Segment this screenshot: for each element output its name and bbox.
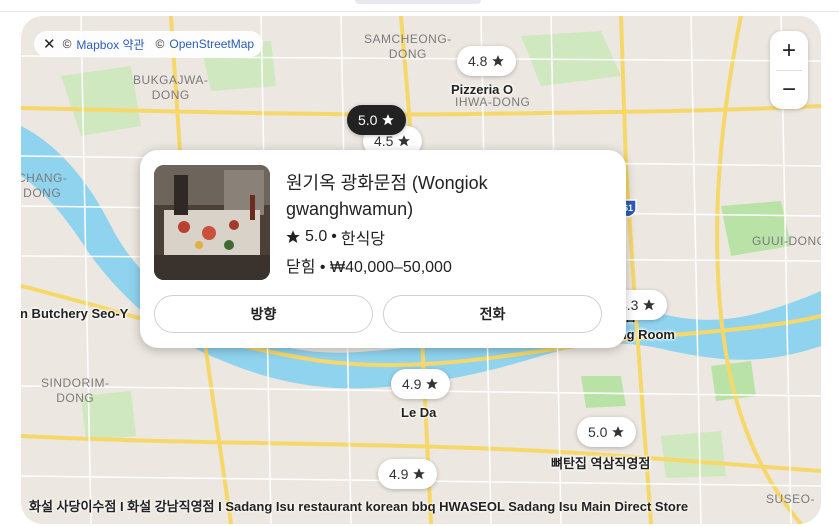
place-name[interactable]: Le Da	[401, 405, 436, 420]
close-icon[interactable]: ✕	[43, 35, 56, 53]
separator-dot: •	[319, 259, 326, 276]
map-marker[interactable]: 4.9	[378, 459, 438, 489]
zoom-out-button[interactable]: −	[770, 70, 808, 109]
place-names-strip[interactable]: 화설 사당이수점 I 화설 강남직영점 I Sadang Isu restaur…	[29, 496, 688, 515]
marker-rating: 5.0	[588, 424, 608, 440]
copyright-symbol: ©	[62, 37, 72, 51]
place-name[interactable]: n Butchery Seo-Y	[21, 306, 128, 321]
star-icon	[286, 230, 300, 243]
price-range: ₩40,000–50,000	[329, 259, 452, 276]
star-icon	[426, 378, 439, 390]
star-icon	[382, 114, 395, 126]
star-icon	[398, 135, 411, 147]
call-button[interactable]: 전화	[383, 295, 602, 333]
district-label: SAMCHEONG- DONG	[364, 32, 452, 61]
marker-rating: 4.9	[402, 376, 422, 392]
marker-rating: 4.8	[468, 53, 488, 69]
place-name[interactable]: 뼈탄집 역삼직영점	[551, 453, 650, 472]
map-attribution: ✕ © Mapbox 약관 © OpenStreetMap	[34, 31, 264, 57]
map-marker[interactable]: 4.9	[391, 369, 451, 399]
district-label: IHWA-DONG	[455, 95, 531, 109]
open-status: 닫힘	[286, 259, 316, 276]
restaurant-photo-image	[154, 165, 270, 280]
district-label: SINDORIM- DONG	[41, 376, 110, 405]
map-marker[interactable]: 5.0	[577, 417, 637, 447]
restaurant-name: 원기옥 광화문점 (Wongiok gwanghwamun)	[286, 173, 488, 219]
restaurant-popup-card[interactable]: 원기옥 광화문점 (Wongiok gwanghwamun) 5.0 • 한식당…	[140, 150, 626, 348]
map-view[interactable]: ✕ © Mapbox 약관 © OpenStreetMap + − SAMCHE…	[21, 16, 821, 524]
star-icon	[413, 468, 426, 480]
district-label: CHANG- DONG	[21, 171, 68, 200]
restaurant-rating: 5.0	[305, 228, 328, 245]
mapbox-terms-link[interactable]: Mapbox 약관	[76, 36, 144, 53]
copyright-symbol: ©	[155, 37, 165, 51]
place-name[interactable]: Pizzeria O	[451, 82, 513, 97]
restaurant-hours: 닫힘 • ₩40,000–50,000	[286, 253, 452, 277]
star-icon	[643, 299, 656, 311]
marker-rating: 5.0	[358, 112, 378, 128]
directions-button[interactable]: 방향	[154, 295, 373, 333]
marker-rating: 4.9	[389, 466, 409, 482]
restaurant-photo[interactable]	[154, 165, 270, 280]
marker-rating: 4.5	[374, 133, 394, 149]
map-marker[interactable]: 4.8	[457, 46, 517, 76]
zoom-in-button[interactable]: +	[770, 31, 808, 70]
restaurant-meta: 5.0 • 한식당	[285, 225, 385, 249]
restaurant-cuisine: 한식당	[340, 231, 386, 248]
zoom-control: + −	[770, 31, 808, 109]
star-icon	[492, 55, 505, 67]
district-label: GUUI-DONG	[752, 234, 821, 248]
district-label: BUKGAJWA- DONG	[133, 73, 209, 102]
top-bar	[0, 0, 839, 12]
top-tab-indicator	[355, 0, 481, 4]
separator-dot: •	[331, 228, 337, 245]
district-label: SUSEO-	[766, 492, 816, 506]
star-icon	[612, 426, 625, 438]
openstreetmap-link[interactable]: OpenStreetMap	[169, 37, 254, 51]
map-marker-selected[interactable]: 5.0	[347, 105, 407, 135]
